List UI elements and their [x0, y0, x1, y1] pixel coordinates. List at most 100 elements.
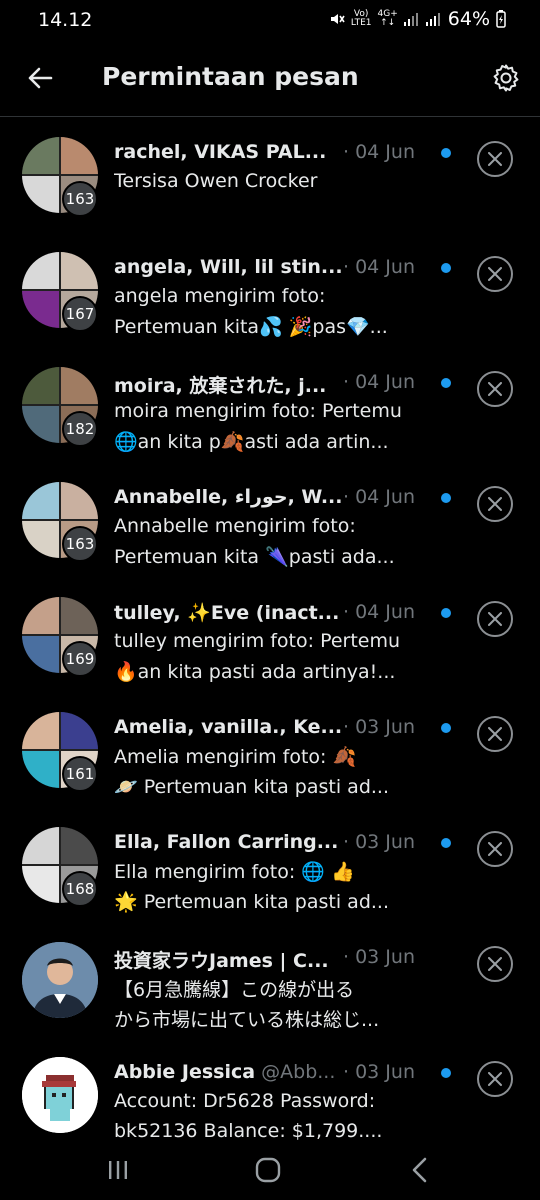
sender-name: Amelia, vanilla., Ke...	[114, 716, 343, 738]
message-request-row[interactable]: 161 Amelia, vanilla., Ke... · 03 Jun Ame…	[0, 692, 540, 807]
profile-photo	[22, 942, 98, 1018]
message-date: · 03 Jun	[343, 1061, 415, 1083]
dismiss-button[interactable]	[477, 256, 513, 292]
close-icon	[488, 497, 502, 511]
message-request-row[interactable]: 168 Ella, Fallon Carring... · 03 Jun Ell…	[0, 807, 540, 922]
avatar-photo	[61, 367, 98, 404]
dismiss-button[interactable]	[477, 601, 513, 637]
message-request-list: 163 rachel, VIKAS PAL... · 04 Jun Tersis…	[0, 117, 540, 1152]
network-indicator: 4G+ ↑↓	[378, 10, 398, 28]
unread-dot	[441, 1068, 451, 1078]
avatar-photo	[22, 291, 59, 328]
message-date: · 04 Jun	[343, 371, 415, 393]
unread-dot	[441, 608, 451, 618]
message-preview-line: 🪐 Pertemuan kita pasti ad...	[114, 776, 389, 798]
message-preview-line: Amelia mengirim foto: 🍂	[114, 746, 357, 768]
message-request-row[interactable]: 169 tulley, ✨Eve (inact... · 04 Jun tull…	[0, 577, 540, 692]
avatar-photo	[61, 482, 98, 519]
avatar-photo	[22, 521, 59, 558]
unread-dot	[441, 493, 451, 503]
home-button[interactable]	[248, 1150, 288, 1190]
member-count-badge: 163	[62, 181, 98, 217]
unread-dot	[441, 378, 451, 388]
signal-icon	[403, 13, 418, 26]
message-date: · 03 Jun	[343, 716, 415, 738]
settings-button[interactable]	[488, 60, 524, 96]
battery-percent: 64%	[447, 8, 490, 30]
message-request-row[interactable]: Abbie Jessica @Abb... · 03 Jun Account: …	[0, 1037, 540, 1152]
arrow-left-icon	[28, 67, 53, 89]
nav-back-icon	[412, 1157, 427, 1183]
message-preview-line: Account: Dr5628 Password:	[114, 1090, 376, 1112]
app-header: Permintaan pesan	[0, 40, 540, 117]
back-button[interactable]	[22, 60, 58, 96]
user-avatar	[22, 1057, 98, 1133]
close-icon	[488, 382, 502, 396]
member-count-badge: 168	[62, 871, 98, 907]
message-preview-line: 【6月急騰線】この線が出る	[114, 979, 355, 1001]
message-date: · 04 Jun	[343, 141, 415, 163]
dismiss-button[interactable]	[477, 1061, 513, 1097]
avatar-photo	[22, 827, 59, 864]
close-icon	[488, 612, 502, 626]
sender-name: tulley, ✨Eve (inact...	[114, 602, 340, 624]
close-icon	[488, 957, 502, 971]
avatar-photo	[22, 137, 59, 174]
status-time: 14.12	[38, 9, 93, 31]
avatar-photo	[61, 137, 98, 174]
message-request-row[interactable]: 163 rachel, VIKAS PAL... · 04 Jun Tersis…	[0, 117, 540, 232]
message-request-row[interactable]: 163 Annabelle, حوراء, W... · 04 Jun Anna…	[0, 462, 540, 577]
message-preview-line: tulley mengirim foto: Pertemu	[114, 630, 401, 652]
message-preview-line: Tersisa Owen Crocker	[114, 170, 318, 192]
message-preview-line: Ella mengirim foto: 🌐 👍	[114, 861, 355, 883]
sender-name: Ella, Fallon Carring...	[114, 831, 339, 853]
message-preview-line: Annabelle mengirim foto:	[114, 515, 356, 537]
battery-charging-icon	[496, 10, 506, 28]
avatar-photo	[22, 482, 59, 519]
volte-indicator: Vo) LTE1	[351, 10, 372, 28]
recent-apps-button[interactable]	[98, 1150, 138, 1190]
member-count-badge: 167	[62, 296, 98, 332]
dismiss-button[interactable]	[477, 486, 513, 522]
message-preview-line: bk52136 Balance: $1,799....	[114, 1120, 383, 1142]
sender-name: angela, Will, lil stin...	[114, 256, 343, 278]
avatar-photo	[22, 406, 59, 443]
pixel-art-avatar	[22, 1057, 98, 1133]
avatar-photo	[22, 252, 59, 289]
sender-name: Annabelle, حوراء, W...	[114, 486, 343, 508]
member-count-badge: 161	[62, 756, 98, 792]
gear-icon	[493, 64, 519, 92]
avatar-photo	[22, 866, 59, 903]
system-back-button[interactable]	[400, 1150, 440, 1190]
avatar-photo	[22, 597, 59, 634]
member-count-badge: 163	[62, 526, 98, 562]
sender-handle: @Abb...	[255, 1061, 336, 1083]
message-request-row[interactable]: 167 angela, Will, lil stin... · 04 Jun a…	[0, 232, 540, 347]
avatar-photo	[22, 367, 59, 404]
sender-name: moira, 放棄された, j...	[114, 375, 327, 397]
signal-2-icon	[425, 13, 440, 26]
avatar-photo	[61, 712, 98, 749]
recent-apps-icon	[109, 1161, 127, 1179]
message-request-row[interactable]: 182 moira, 放棄された, j... · 04 Jun moira me…	[0, 347, 540, 462]
unread-dot	[441, 838, 451, 848]
avatar-photo	[22, 176, 59, 213]
lte-label: LTE1	[350, 18, 372, 28]
dismiss-button[interactable]	[477, 141, 513, 177]
member-count-badge: 182	[62, 411, 98, 447]
mute-icon	[330, 14, 345, 24]
dismiss-button[interactable]	[477, 716, 513, 752]
system-nav-bar	[0, 1140, 540, 1200]
dismiss-button[interactable]	[477, 371, 513, 407]
unread-dot	[441, 148, 451, 158]
sender-name: Abbie Jessica	[114, 1061, 256, 1083]
close-icon	[488, 152, 502, 166]
dismiss-button[interactable]	[477, 946, 513, 982]
message-request-row[interactable]: 投資家ラウJames | C... · 03 Jun 【6月急騰線】この線が出る…	[0, 922, 540, 1037]
data-arrows-icon: ↑↓	[380, 18, 396, 28]
home-icon	[255, 1157, 281, 1183]
message-preview-line: 🔥an kita pasti ada artinya!...	[114, 661, 396, 683]
dismiss-button[interactable]	[477, 831, 513, 867]
close-icon	[488, 267, 502, 281]
message-preview-line: Pertemuan kita 🌂pasti ada...	[114, 546, 395, 568]
